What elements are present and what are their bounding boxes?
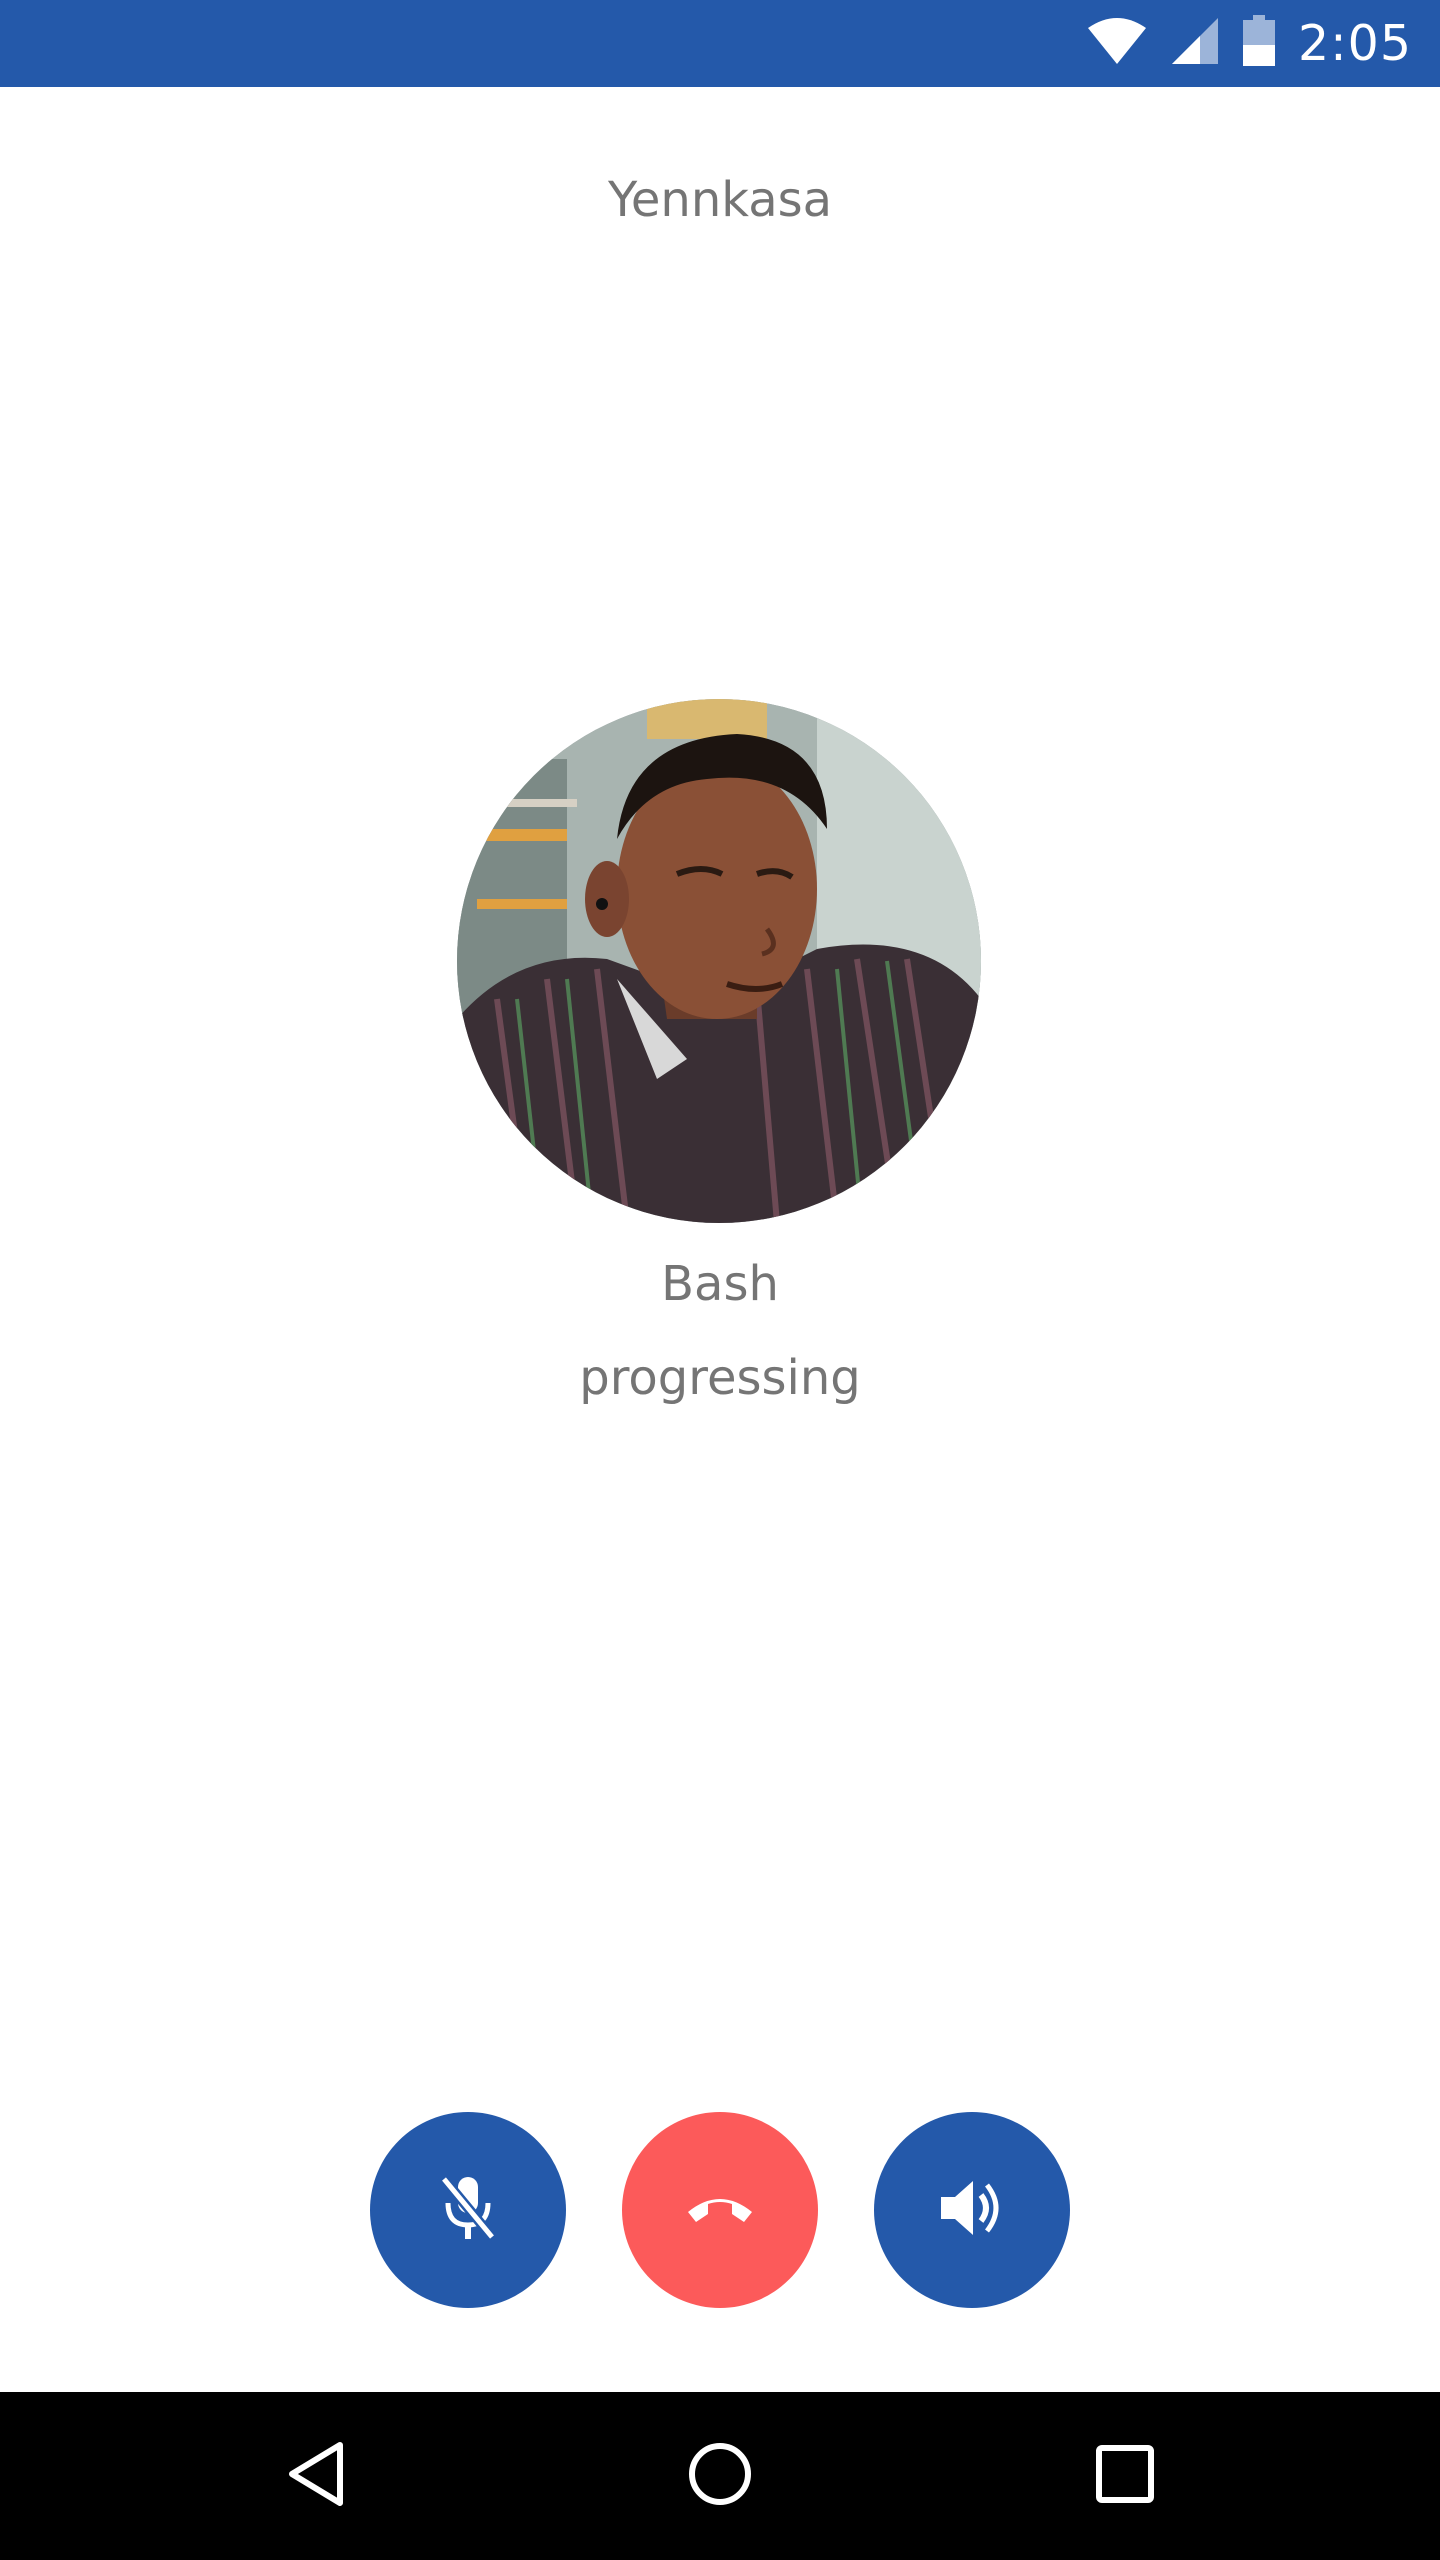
wifi-icon bbox=[1086, 16, 1148, 71]
navigation-bar bbox=[0, 2392, 1440, 2560]
battery-icon bbox=[1242, 15, 1276, 72]
call-controls bbox=[0, 2112, 1440, 2308]
back-button[interactable] bbox=[266, 2426, 366, 2526]
end-call-button[interactable] bbox=[622, 2112, 818, 2308]
avatar[interactable] bbox=[457, 699, 981, 1223]
status-time: 2:05 bbox=[1297, 15, 1412, 72]
back-icon bbox=[284, 2439, 348, 2514]
home-icon bbox=[686, 2440, 754, 2513]
recents-button[interactable] bbox=[1075, 2426, 1175, 2526]
call-end-icon bbox=[684, 2190, 756, 2231]
caller-photo bbox=[457, 699, 981, 1223]
caller-name: Bash bbox=[661, 1256, 779, 1312]
call-screen: 2:05 Yennkasa Bash progressing bbox=[0, 0, 1440, 2560]
home-button[interactable] bbox=[670, 2426, 770, 2526]
mute-button[interactable] bbox=[370, 2112, 566, 2308]
status-bar: 2:05 bbox=[0, 0, 1440, 87]
recents-icon bbox=[1095, 2444, 1155, 2509]
mic-off-icon bbox=[436, 2173, 500, 2248]
speaker-button[interactable] bbox=[874, 2112, 1070, 2308]
call-status: progressing bbox=[579, 1350, 861, 1406]
app-title: Yennkasa bbox=[607, 172, 833, 228]
cell-signal-icon bbox=[1170, 16, 1220, 71]
speaker-icon bbox=[939, 2177, 1005, 2244]
